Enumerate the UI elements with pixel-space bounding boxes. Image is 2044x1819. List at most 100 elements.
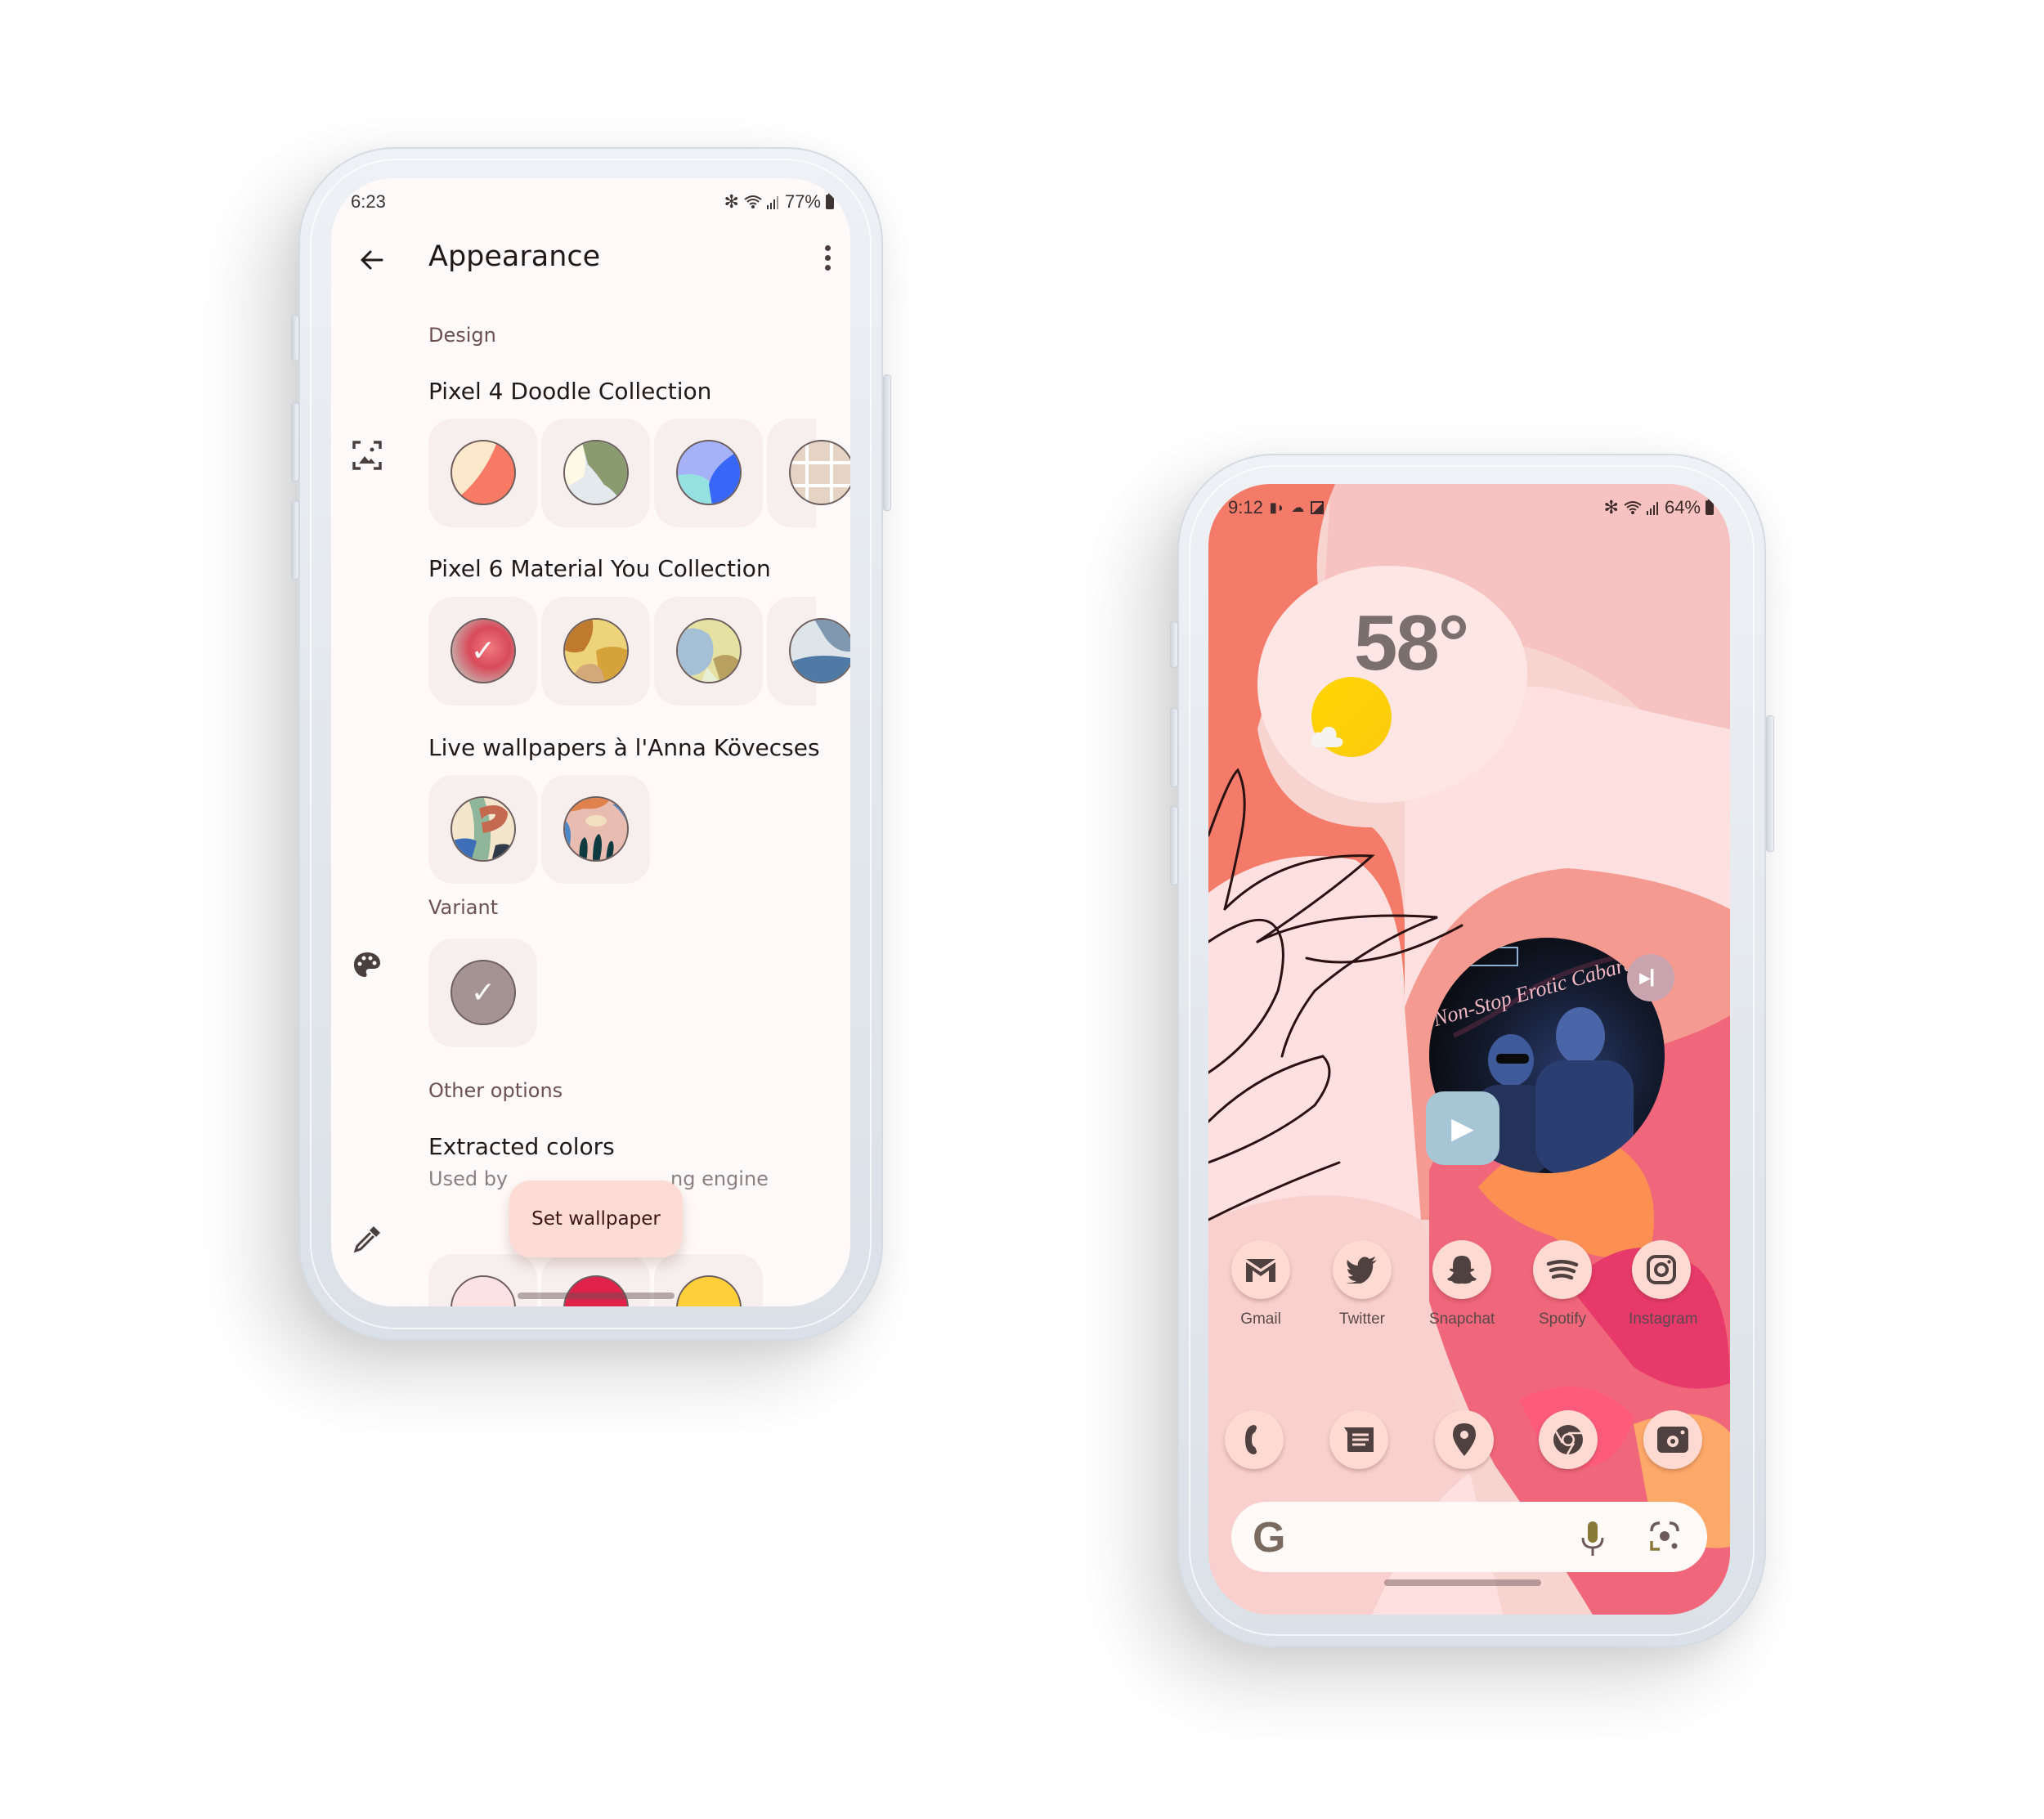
wallpaper-tile-selected[interactable]: ✓ [428,597,537,706]
color-swatch [563,1275,629,1306]
section-label-variant: Variant [428,896,499,919]
more-vert-icon[interactable] [824,245,832,273]
wallpaper-thumbnail [563,440,629,505]
bluetooth-icon: ✻ [724,191,739,212]
wallpaper-tile[interactable] [541,775,650,884]
chrome-icon [1539,1410,1598,1469]
color-swatch [450,1275,516,1306]
gmail-icon [1231,1240,1290,1299]
signal-icon [766,196,778,209]
snapchat-icon [1432,1240,1491,1299]
left-phone-power-button [883,374,891,511]
dock-phone[interactable] [1221,1410,1287,1469]
status-bar: 9:12 ▮◗ ☁ ✻ 64% [1208,494,1730,526]
collection-title: Pixel 6 Material You Collection [428,555,771,582]
extracted-colors-subtitle-end: ng engine [670,1167,769,1190]
spotify-icon [1533,1240,1592,1299]
wallpaper-tile[interactable] [654,597,763,706]
wallpaper-tile[interactable] [541,419,650,527]
home-screen: 9:12 ▮◗ ☁ ✻ 64% 58° Non-Stop Erotic Caba… [1208,484,1730,1615]
check-icon: ✓ [470,634,496,668]
app-spotify[interactable]: Spotify [1530,1240,1595,1328]
battery-icon [826,192,834,209]
cloud-icon [1311,726,1343,747]
appearance-screen: 6:23 ✻ 77% Appearance Design Pixel 4 Doo… [331,178,850,1306]
wallpaper-tile[interactable] [654,419,763,527]
wallpaper-thumbnail [450,796,516,862]
right-phone-power-button [1766,715,1774,852]
play-button[interactable]: ▶ [1426,1091,1499,1165]
app-label: Twitter [1339,1310,1385,1328]
variant-row: ✓ [428,939,537,1047]
status-time: 6:23 [351,191,386,212]
status-icons: ✻ 77% [724,191,834,213]
color-picker-icon [353,1226,380,1253]
google-search-bar[interactable]: G [1231,1502,1707,1572]
app-label: Gmail [1240,1310,1281,1328]
maps-icon [1435,1410,1494,1469]
wifi-icon [1624,501,1642,514]
battery-icon [1706,498,1714,515]
set-wallpaper-button[interactable]: Set wallpaper [509,1181,683,1257]
signal-icon [1646,502,1658,515]
dock-chrome[interactable] [1535,1410,1601,1469]
cloud-icon: ☁ [1291,501,1305,515]
mic-icon[interactable] [1576,1520,1609,1557]
twitter-icon [1333,1240,1392,1299]
wallpaper-thumbnail [450,440,516,505]
weather-temperature: 58° [1354,599,1469,687]
wallpaper-thumbnail [676,618,742,683]
app-snapchat[interactable]: Snapchat [1429,1240,1495,1328]
extracted-colors-subtitle-start: Used by [428,1167,509,1190]
wallpaper-thumbnail [676,440,742,505]
app-twitter[interactable]: Twitter [1329,1240,1395,1328]
app-instagram[interactable]: Instagram [1629,1240,1697,1328]
wallpaper-row-doodle [428,419,850,527]
app-label: Spotify [1538,1310,1587,1328]
left-phone-side-button [291,315,299,361]
left-phone-side-button [291,402,299,482]
gesture-nav-pill[interactable] [518,1293,675,1299]
arrow-back-icon[interactable] [356,244,388,276]
camera-icon [1643,1410,1702,1469]
battery-percent: 64% [1664,497,1701,517]
notification-d-icon: ▮◗ [1269,501,1285,515]
app-label: Snapchat [1429,1310,1495,1328]
page-title: Appearance [428,240,601,273]
wallpaper-tile[interactable] [767,419,850,527]
status-bar: 6:23 ✻ 77% [331,188,850,221]
wallpaper-thumbnail: ✓ [450,618,516,683]
lens-icon[interactable] [1648,1520,1681,1552]
wallpaper-row-material-you: ✓ [428,597,850,706]
wallpaper-thumbnail [563,796,629,862]
skip-next-button[interactable]: ▶▎ [1627,954,1674,1001]
section-label-design: Design [428,324,496,347]
status-icons: ✻ 64% [1604,497,1714,518]
instagram-icon [1632,1240,1691,1299]
gesture-nav-pill[interactable] [1384,1579,1541,1586]
messages-icon [1329,1410,1388,1469]
bluetooth-icon: ✻ [1603,497,1619,517]
wallpaper-row-live [428,775,650,884]
play-icon: ▶ [1451,1111,1474,1145]
check-icon: ✓ [470,975,496,1010]
dock-messages[interactable] [1326,1410,1392,1469]
wallpaper-tile[interactable] [428,775,537,884]
status-time: 9:12 ▮◗ ☁ [1228,497,1325,518]
right-phone-side-button [1170,708,1178,787]
wallpaper-icon [352,441,382,470]
variant-tile-selected[interactable]: ✓ [428,939,537,1047]
palette-icon [354,952,380,977]
right-phone-side-button [1170,621,1178,668]
app-gmail[interactable]: Gmail [1228,1240,1293,1328]
google-logo: G [1253,1514,1286,1561]
wallpaper-tile[interactable] [541,597,650,706]
wallpaper-tile[interactable] [428,419,537,527]
wallpaper-tile[interactable] [767,597,850,706]
right-phone-side-button [1170,806,1178,885]
skip-next-icon: ▶▎ [1639,969,1662,987]
phone-icon [1225,1410,1284,1469]
dock-camera[interactable] [1640,1410,1706,1469]
dock-maps[interactable] [1432,1410,1497,1469]
collection-title: Live wallpapers à l'Anna Kövecses [428,734,820,761]
